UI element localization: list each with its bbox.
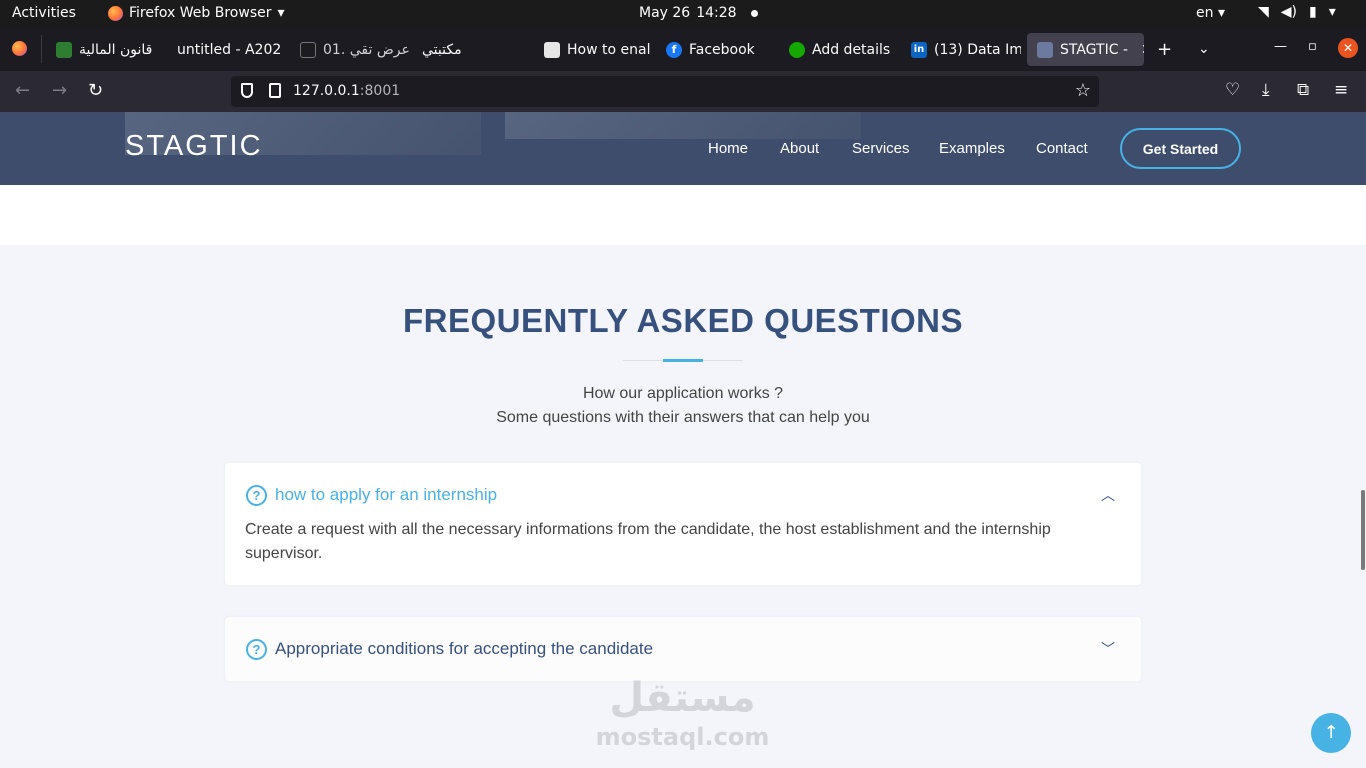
new-tab-button[interactable]: + (1157, 39, 1172, 60)
forward-button[interactable]: → (52, 80, 67, 101)
nav-home[interactable]: Home (708, 140, 748, 157)
watermark-arabic: مستقل (609, 675, 756, 721)
site-logo[interactable]: STAGTIC (125, 130, 263, 163)
page-info-icon[interactable] (269, 83, 281, 98)
tab-title: Facebook (689, 41, 755, 58)
menu-icon[interactable]: ≡ (1334, 80, 1348, 100)
nav-services[interactable]: Services (852, 140, 910, 157)
faq-subtitle-2: Some questions with their answers that c… (496, 409, 870, 426)
pocket-icon[interactable]: ♡ (1225, 80, 1240, 100)
watermark: مستقل mostaql.com (595, 672, 770, 750)
watermark-latin: mostaql.com (595, 723, 770, 751)
tab-title: (13) Data Im (934, 41, 1021, 58)
tab-how-to[interactable]: How to enal (534, 33, 652, 66)
notification-dot-icon (750, 9, 758, 17)
clock-time: 14:28 (696, 5, 737, 21)
tab-strip: قانون المالية untitled - A202 01. عرض تق… (0, 27, 1366, 71)
tab-add-details[interactable]: Add details (779, 33, 897, 66)
back-button[interactable]: ← (15, 80, 30, 101)
chevron-down-icon: ▾ (277, 5, 285, 21)
flag-icon (56, 41, 72, 58)
list-tabs-button[interactable]: ⌄ (1198, 41, 1210, 57)
question-circle-icon: ? (246, 639, 267, 660)
scrollbar-thumb[interactable] (1361, 490, 1365, 570)
shield-icon[interactable] (241, 83, 253, 98)
download-icon[interactable]: ⤓ (1262, 80, 1270, 100)
chevron-down-icon[interactable]: ﹀ (1101, 639, 1115, 659)
back-to-top-button[interactable]: ↑ (1311, 713, 1351, 753)
faq-subtitle: How our application works ? (582, 385, 784, 402)
language-indicator[interactable]: en ▾ (1196, 5, 1225, 21)
tab-library[interactable]: مكتبتي (412, 33, 530, 66)
url-text[interactable]: 127.0.0.1:8001 (293, 83, 400, 99)
maximize-button[interactable]: ▫ (1308, 39, 1317, 54)
nav-about[interactable]: About (780, 140, 819, 157)
wifi-icon: ◥ (1258, 4, 1269, 20)
system-top-bar: Activities Firefox Web Browser ▾ May 26 … (0, 0, 1366, 27)
chevron-down-icon: ▾ (1328, 4, 1336, 20)
system-tray[interactable]: ◥ ◀) ▮ ▾ (1258, 4, 1336, 20)
title-accent-bar (663, 359, 703, 362)
section-divider (0, 185, 1366, 245)
firefox-icon (108, 5, 123, 21)
upwork-icon (789, 41, 805, 58)
arrow-up-icon: ↑ (1323, 722, 1339, 743)
chevron-up-icon[interactable]: ︿ (1101, 485, 1115, 505)
app-menu[interactable]: Firefox Web Browser ▾ (108, 5, 285, 21)
faq-answer: Create a request with all the necessary … (245, 521, 1051, 562)
faq-title: FREQUENTLY ASKED QUESTIONS (402, 302, 964, 339)
close-window-button[interactable]: ✕ (1338, 38, 1358, 58)
tab-stagtic[interactable]: STAGTIC - ✕ (1027, 33, 1144, 66)
site-icon (1037, 41, 1053, 58)
reload-button[interactable]: ↻ (88, 80, 103, 101)
volume-icon: ◀) (1280, 4, 1298, 20)
battery-icon: ▮ (1309, 4, 1317, 20)
activities-button[interactable]: Activities (12, 5, 76, 21)
language-label: en (1196, 5, 1214, 21)
minimize-button[interactable]: — (1274, 39, 1287, 54)
tab-separator (41, 35, 42, 63)
url-host: 127.0.0.1 (293, 83, 360, 99)
faq-question[interactable]: how to apply for an internship (275, 485, 497, 505)
tab-title: مكتبتي (422, 41, 462, 58)
tab-qanun[interactable]: قانون المالية (46, 33, 164, 66)
address-bar[interactable]: 127.0.0.1:8001 ☆ (231, 76, 1099, 107)
tab-title: How to enal (567, 41, 651, 58)
tab-title: 01. عرض تقي (323, 41, 410, 58)
navigation-toolbar: ← → ↻ 127.0.0.1:8001 ☆ ♡ ⤓ ⧉ ≡ (0, 71, 1366, 112)
tab-title: Add details (812, 41, 891, 58)
tab-title: قانون المالية (79, 41, 153, 58)
tab-title: untitled - A202 (177, 41, 282, 58)
firefox-view-button[interactable] (12, 41, 27, 60)
tab-presentation[interactable]: 01. عرض تقي (290, 33, 410, 66)
firefox-icon (12, 41, 27, 56)
document-icon (300, 41, 316, 58)
get-started-button[interactable]: Get Started (1120, 128, 1241, 169)
faq-item[interactable]: ? how to apply for an internship ︿ Creat… (225, 463, 1141, 585)
close-tab-icon[interactable]: ✕ (1141, 42, 1144, 58)
faq-question[interactable]: Appropriate conditions for accepting the… (275, 639, 653, 659)
nav-examples[interactable]: Examples (939, 140, 1005, 157)
hero-image (505, 112, 861, 139)
tab-linkedin[interactable]: in (13) Data Im (901, 33, 1021, 66)
plesk-icon (544, 41, 560, 58)
site-header: STAGTIC Home About Services Examples Con… (0, 112, 1366, 185)
facebook-icon: f (666, 41, 682, 58)
bookmark-star-icon[interactable]: ☆ (1075, 80, 1091, 101)
question-circle-icon: ? (246, 485, 267, 506)
app-menu-label: Firefox Web Browser (129, 5, 272, 21)
clock[interactable]: May 26 14:28 (639, 5, 758, 21)
nav-contact[interactable]: Contact (1036, 140, 1088, 157)
extensions-icon[interactable]: ⧉ (1297, 80, 1309, 100)
linkedin-icon: in (911, 41, 927, 58)
tab-facebook[interactable]: f Facebook (656, 33, 774, 66)
tab-untitled[interactable]: untitled - A202 (167, 33, 285, 66)
clock-date: May 26 (639, 5, 691, 21)
url-port: :8001 (359, 83, 401, 99)
tab-title: STAGTIC - (1060, 41, 1128, 58)
